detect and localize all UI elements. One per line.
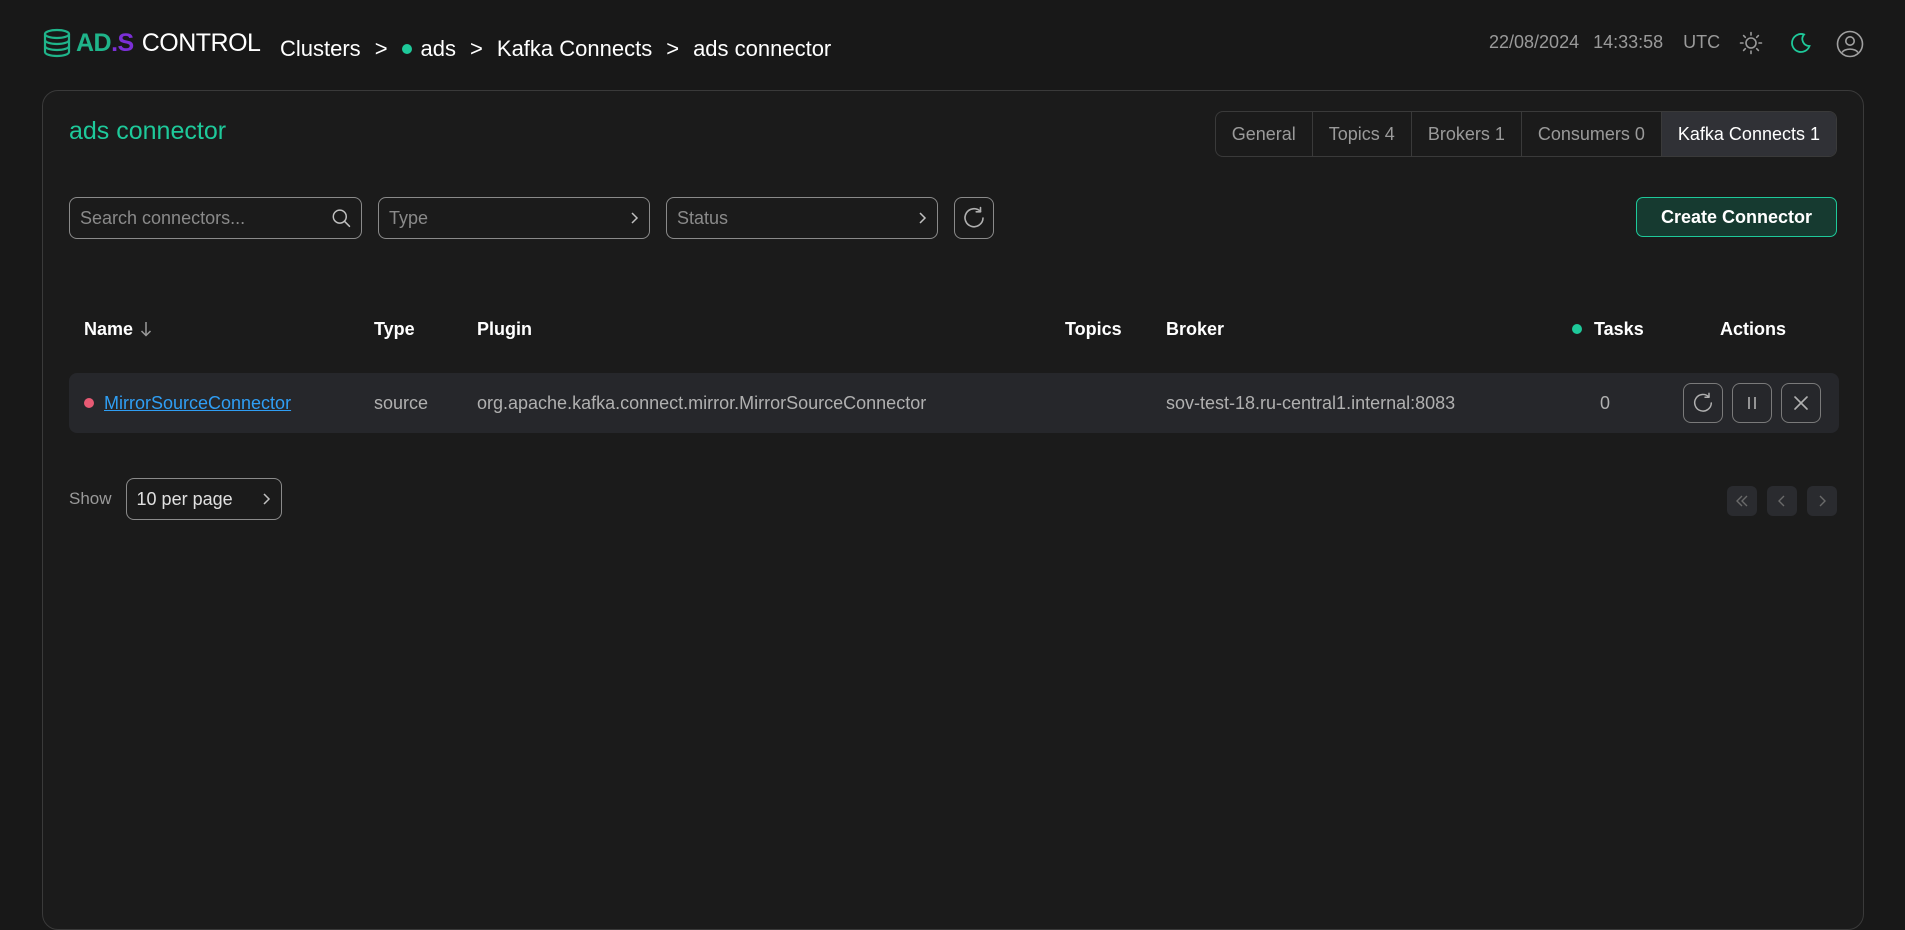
connector-type-cell: source xyxy=(374,392,429,413)
connector-name-link[interactable]: MirrorSourceConnector xyxy=(104,393,291,414)
timezone-text: UTC xyxy=(1683,32,1721,52)
restart-connector-button[interactable] xyxy=(1683,383,1723,423)
moon-icon xyxy=(1791,33,1811,53)
column-broker-header: Broker xyxy=(1166,318,1225,339)
page-title: ads connector xyxy=(69,117,227,145)
chevron-left-icon xyxy=(1778,495,1785,507)
close-icon xyxy=(1794,396,1808,410)
breadcrumb-cluster[interactable]: ads xyxy=(421,36,456,62)
column-actions-header: Actions xyxy=(1720,318,1787,339)
next-page-button[interactable] xyxy=(1807,486,1837,516)
refresh-icon xyxy=(964,206,984,228)
logo-control: CONTROL xyxy=(141,28,261,57)
delete-connector-button[interactable] xyxy=(1781,383,1821,423)
theme-toggle xyxy=(1736,28,1816,58)
dark-theme-button[interactable] xyxy=(1786,28,1816,58)
search-input[interactable] xyxy=(80,207,331,229)
logo-s: .S xyxy=(111,28,134,57)
tab-consumers[interactable]: Consumers 0 xyxy=(1522,112,1662,156)
user-profile-button[interactable] xyxy=(1834,28,1866,60)
breadcrumb-kafka-connects[interactable]: Kafka Connects xyxy=(497,36,652,62)
connectors-table: Name Type Plugin Topics Broker Tasks Act… xyxy=(69,301,1839,433)
column-type-header: Type xyxy=(374,318,415,339)
restart-icon xyxy=(1693,392,1713,412)
user-icon xyxy=(1836,30,1864,58)
top-bar: AD.S CONTROL Clusters > ads > Kafka Conne… xyxy=(0,0,1905,90)
chevron-right-icon xyxy=(1819,495,1826,507)
column-name-label: Name xyxy=(84,318,134,339)
logo-text: AD.S CONTROL xyxy=(76,28,261,58)
breadcrumb-separator: > xyxy=(666,36,680,61)
breadcrumb: Clusters > ads > Kafka Connects > ads co… xyxy=(280,36,831,62)
column-topics-header: Topics xyxy=(1065,318,1122,339)
column-tasks-label: Tasks xyxy=(1594,318,1644,339)
status-select[interactable]: Status xyxy=(666,197,938,239)
column-tasks-header: Tasks xyxy=(1572,319,1644,340)
connector-tasks-cell: 0 xyxy=(1600,392,1611,413)
server-datetime: 22/08/2024 14:33:58 UTC xyxy=(1489,32,1720,53)
tab-kafka-connects[interactable]: Kafka Connects 1 xyxy=(1661,112,1836,156)
cluster-tabs: General Topics 4 Brokers 1 Consumers 0 K… xyxy=(1214,111,1837,157)
chevron-right-icon xyxy=(263,493,270,505)
status-select-placeholder: Status xyxy=(677,207,729,228)
previous-page-button[interactable] xyxy=(1767,486,1797,516)
tab-topics[interactable]: Topics 4 xyxy=(1313,112,1412,156)
tab-general[interactable]: General xyxy=(1216,112,1313,156)
first-page-button[interactable] xyxy=(1727,486,1757,516)
type-select[interactable]: Type xyxy=(378,197,650,239)
sort-arrow-down-icon[interactable] xyxy=(139,320,153,338)
tab-brokers[interactable]: Brokers 1 xyxy=(1412,112,1522,156)
chevron-right-icon xyxy=(919,212,927,224)
show-label: Show xyxy=(69,489,112,508)
breadcrumb-separator: > xyxy=(470,36,483,61)
breadcrumb-clusters[interactable]: Clusters xyxy=(280,36,361,62)
connector-status-dot xyxy=(84,398,94,408)
filters-bar: Type Status xyxy=(69,197,994,239)
pagination-size: Show 10 per page xyxy=(69,478,282,520)
type-select-placeholder: Type xyxy=(389,207,429,228)
tasks-status-dot xyxy=(1572,324,1582,334)
column-name-header[interactable]: Name xyxy=(84,319,153,340)
time-text: 14:33:58 xyxy=(1593,32,1664,52)
table-row: MirrorSourceConnector source org.apache.… xyxy=(69,373,1839,433)
pagination-nav xyxy=(1727,486,1837,516)
pause-icon xyxy=(1748,397,1756,409)
search-icon[interactable] xyxy=(331,207,351,229)
pause-connector-button[interactable] xyxy=(1732,383,1772,423)
connector-plugin-cell: org.apache.kafka.connect.mirror.MirrorSo… xyxy=(477,392,927,413)
column-plugin-header: Plugin xyxy=(477,318,532,339)
search-field xyxy=(69,197,362,239)
breadcrumb-current: ads connector xyxy=(693,36,832,61)
cluster-status-dot xyxy=(401,44,412,54)
light-theme-button[interactable] xyxy=(1736,28,1766,58)
create-connector-button[interactable]: Create Connector xyxy=(1635,197,1837,237)
database-logo-icon xyxy=(43,28,71,58)
ads-control-logo[interactable]: AD.S CONTROL xyxy=(42,26,261,60)
connector-actions-cell xyxy=(1683,373,1821,433)
sun-icon xyxy=(1739,31,1763,55)
date-text: 22/08/2024 xyxy=(1489,32,1580,52)
main-panel: ads connector General Topics 4 Brokers 1… xyxy=(42,90,1864,930)
refresh-button[interactable] xyxy=(954,197,994,239)
per-page-select[interactable]: 10 per page xyxy=(125,478,282,520)
chevron-right-icon xyxy=(631,212,639,224)
table-header: Name Type Plugin Topics Broker Tasks Act… xyxy=(69,301,1839,357)
logo-ad: AD xyxy=(76,28,112,57)
connector-name-cell: MirrorSourceConnector xyxy=(84,373,291,433)
double-chevron-left-icon xyxy=(1736,495,1748,507)
breadcrumb-separator: > xyxy=(374,36,388,61)
per-page-value: 10 per page xyxy=(136,488,233,509)
connector-broker-cell: sov-test-18.ru-central1.internal:8083 xyxy=(1166,392,1456,413)
